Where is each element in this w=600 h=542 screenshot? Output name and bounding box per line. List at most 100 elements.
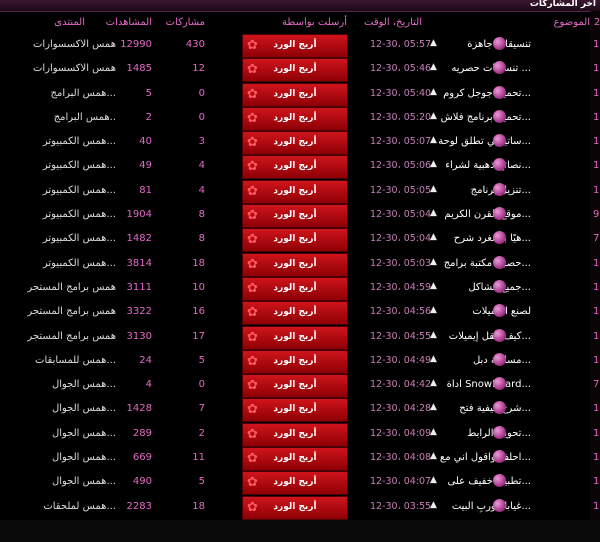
table-row: همس الجوال... 289 2 ✿ أريج الورد 12-30، 04:09… — [0, 422, 600, 447]
views-count: 1904 — [126, 209, 152, 221]
forum-link[interactable]: همس البرامج... — [51, 88, 116, 99]
sender-badge[interactable]: ✿ أريج الورد — [242, 228, 348, 253]
topic-link[interactable]: تطبيق خفيف على... — [448, 476, 532, 487]
go-to-post-icon[interactable]: ▲ — [430, 62, 437, 72]
go-to-post-icon[interactable]: ▲ — [430, 330, 437, 340]
forum-link[interactable]: همس الجوال... — [52, 476, 116, 487]
go-to-post-icon[interactable]: ▲ — [430, 354, 437, 364]
table-row: همس الاكسسوارات 12990 430 ✿ أريج الورد 12-30،… — [0, 34, 600, 58]
topic-link[interactable]: اداة SnowBoard... — [447, 379, 531, 390]
forum-link[interactable]: همس الكمبيوتر... — [43, 136, 116, 147]
go-to-post-icon[interactable]: ▲ — [430, 427, 437, 437]
header-views: المشاهدات — [105, 17, 152, 28]
go-to-post-icon[interactable]: ▲ — [430, 135, 437, 145]
go-to-post-icon[interactable]: ▲ — [430, 232, 437, 242]
forum-link[interactable]: همس الكمبيوتر... — [43, 160, 116, 171]
go-to-post-icon[interactable]: ▲ — [430, 475, 437, 485]
sender-badge[interactable]: ✿ أريج الورد — [242, 204, 348, 229]
forum-link[interactable]: همس الكمبيوتر... — [43, 258, 116, 269]
sender-badge[interactable]: ✿ أريج الورد — [242, 471, 348, 496]
topic-link[interactable]: تنسيقات حصريه ... — [451, 63, 531, 74]
go-to-post-icon[interactable]: ▲ — [430, 402, 437, 412]
sender-badge[interactable]: ✿ أريج الورد — [242, 276, 348, 301]
posts-count: 4 — [198, 160, 205, 172]
topic-link[interactable]: حصريا مكتبة برامج... — [444, 258, 531, 269]
header-forum: المنتدى — [54, 17, 85, 28]
sender-badge[interactable]: ✿ أريج الورد — [242, 58, 348, 83]
forum-link[interactable]: همس الجوال... — [52, 428, 116, 439]
row-number: 1 — [593, 330, 600, 342]
forum-link[interactable]: همس البرامج.. — [54, 112, 116, 123]
go-to-post-icon[interactable]: ▲ — [430, 208, 437, 218]
forum-link[interactable]: همس لملحقات... — [43, 501, 116, 512]
forum-link[interactable]: همس الاكسسوارات — [33, 39, 116, 50]
topic-link[interactable]: غيابك وربِ البيت... — [452, 501, 531, 512]
forum-link[interactable]: همس الجوال... — [52, 379, 116, 390]
go-to-post-icon[interactable]: ▲ — [430, 500, 437, 510]
forum-link[interactable]: همس الكمبيوتر... — [43, 209, 116, 220]
forum-link[interactable]: همس برامج المستجر — [27, 282, 116, 293]
sender-badge[interactable]: ✿ أريج الورد — [242, 398, 348, 423]
post-date: 12-30، 05:40 — [370, 87, 432, 99]
forum-link[interactable]: همس برامج المستجر — [27, 331, 116, 342]
topic-link[interactable]: ساتيشي تطلق لوحة... — [438, 136, 531, 147]
header-posts: مشاركات — [165, 17, 205, 28]
sender-badge[interactable]: ✿ أريج الورد — [242, 82, 348, 107]
footer-bar — [0, 520, 600, 542]
sender-name: أريج الورد — [273, 331, 317, 342]
header-sender: أرسلت بواسطة — [282, 17, 347, 28]
forum-link[interactable]: همس للمسابقات... — [35, 355, 116, 366]
views-count: 3322 — [126, 306, 152, 318]
sender-badge[interactable]: ✿ أريج الورد — [242, 179, 348, 204]
go-to-post-icon[interactable]: ▲ — [430, 159, 437, 169]
row-number: 7 — [593, 379, 600, 391]
topic-link[interactable]: كيف تنقل إيميلات... — [449, 331, 531, 342]
sender-badge[interactable]: ✿ أريج الورد — [242, 252, 348, 277]
go-to-post-icon[interactable]: ▲ — [430, 38, 437, 48]
header-date: التاريخ، الوقت — [364, 17, 422, 28]
sender-badge[interactable]: ✿ أريج الورد — [242, 325, 348, 350]
topic-status-icon — [493, 352, 506, 366]
row-number: 1 — [593, 87, 600, 99]
forum-link[interactable]: همس الكمبيوتر... — [43, 233, 116, 244]
sender-badge[interactable]: ✿ أريج الورد — [242, 106, 348, 131]
table-row: همس برامج المستجر 3130 17 ✿ أريج الورد 12-30،… — [0, 325, 600, 350]
sender-badge[interactable]: ✿ أريج الورد — [242, 495, 348, 520]
sender-name: أريج الورد — [273, 210, 317, 221]
row-number: 1 — [593, 500, 600, 512]
go-to-post-icon[interactable]: ▲ — [430, 184, 437, 194]
views-count: 12990 — [120, 39, 152, 50]
sender-badge[interactable]: ✿ أريج الورد — [242, 34, 348, 58]
topic-link[interactable]: موقع القرن الكريم... — [444, 209, 531, 220]
topic-status-icon — [493, 109, 506, 123]
views-count: 49 — [139, 160, 152, 172]
forum-link[interactable]: همس برامج المستجر — [27, 306, 116, 317]
topic-link[interactable]: احلف واقول اني مع... — [440, 452, 531, 463]
go-to-post-icon[interactable]: ▲ — [430, 111, 437, 121]
sender-badge[interactable]: ✿ أريج الورد — [242, 301, 348, 326]
sender-badge[interactable]: ✿ أريج الورد — [242, 155, 348, 180]
topic-link[interactable]: تحميل جوجل كروم... — [443, 88, 531, 99]
go-to-post-icon[interactable]: ▲ — [430, 451, 437, 461]
go-to-post-icon[interactable]: ▲ — [430, 378, 437, 388]
sender-name: أريج الورد — [273, 258, 317, 269]
sender-badge[interactable]: ✿ أريج الورد — [242, 422, 348, 447]
posts-count: 3 — [198, 136, 205, 148]
go-to-post-icon[interactable]: ▲ — [430, 87, 437, 97]
forum-link[interactable]: همس الاكسسوارات — [33, 63, 116, 74]
table-row: همس الكمبيوتر... 40 3 ✿ أريج الورد 12-30، 05:… — [0, 131, 600, 156]
go-to-post-icon[interactable]: ▲ — [430, 305, 437, 315]
sender-badge[interactable]: ✿ أريج الورد — [242, 374, 348, 399]
go-to-post-icon[interactable]: ▲ — [430, 257, 437, 267]
forum-link[interactable]: همس الجوال... — [52, 452, 116, 463]
topic-link[interactable]: نصائح ذهبية لشراء... — [445, 160, 531, 171]
sender-name: أريج الورد — [273, 88, 317, 99]
topic-link[interactable]: تحميل برنامج فلاش... — [441, 112, 531, 123]
forum-link[interactable]: همس الجوال... — [52, 403, 116, 414]
sender-badge[interactable]: ✿ أريج الورد — [242, 447, 348, 472]
forum-link[interactable]: همس الكمبيوتر... — [43, 185, 116, 196]
table-row: همس الجوال... 490 5 ✿ أريج الورد 12-30، 04:07… — [0, 471, 600, 496]
sender-badge[interactable]: ✿ أريج الورد — [242, 131, 348, 156]
go-to-post-icon[interactable]: ▲ — [430, 281, 437, 291]
sender-badge[interactable]: ✿ أريج الورد — [242, 349, 348, 374]
